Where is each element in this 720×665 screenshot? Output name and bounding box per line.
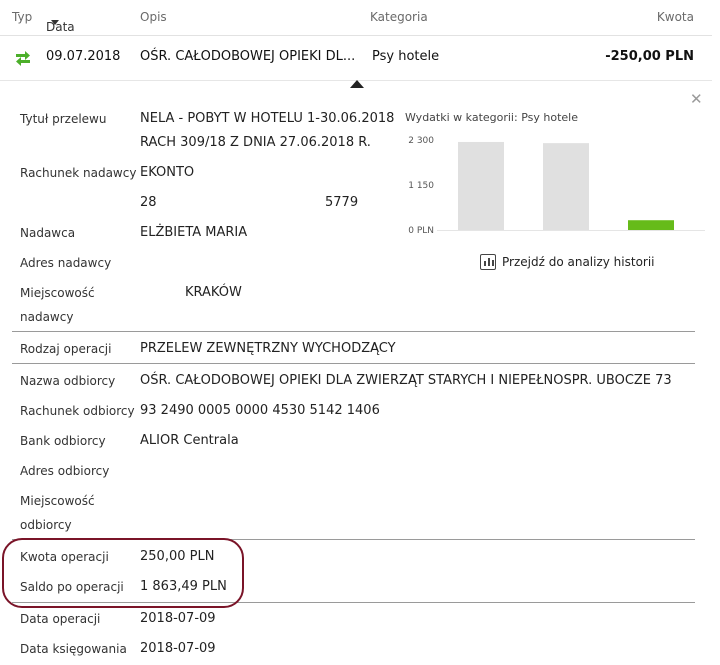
label-operation-date: Data operacji [20, 612, 101, 626]
value-sender-account-prefix: 28 [140, 195, 157, 210]
label-operation-type: Rodzaj operacji [20, 342, 112, 356]
label-sender-city-line2: nadawcy [20, 310, 74, 324]
bar-chart-icon [480, 254, 496, 270]
column-header-amount: Kwota [656, 10, 694, 24]
column-header-type: Typ [12, 10, 33, 24]
y-tick-label: 0 PLN [408, 226, 434, 236]
history-analysis-link[interactable]: Przejdź do analizy historii [480, 254, 655, 270]
label-recipient-city-line1: Miejscowość [20, 494, 95, 508]
transaction-row[interactable]: 09.07.2018 OŚR. CAŁODOBOWEJ OPIEKI DL...… [0, 37, 712, 81]
value-recipient-account: 93 2490 0005 0000 4530 5142 1406 [140, 403, 380, 418]
highlight-annotation [2, 538, 244, 608]
y-tick-label: 1 150 [408, 181, 434, 191]
value-booking-date: 2018-07-09 [140, 641, 216, 656]
chart-bar[interactable] [628, 220, 674, 230]
column-header-category: Kategoria [370, 10, 428, 24]
chart-bar[interactable] [458, 141, 504, 230]
value-transfer-title-line1: NELA - POBYT W HOTELU 1-30.06.2018 [140, 111, 395, 126]
value-transfer-title-line2: RACH 309/18 Z DNIA 27.06.2018 R. [140, 135, 371, 150]
label-transfer-title: Tytuł przelewu [20, 112, 107, 126]
value-sender-account-suffix: 5779 [325, 195, 359, 210]
value-recipient-bank: ALIOR Centrala [140, 433, 239, 448]
label-recipient-city-line2: odbiorcy [20, 518, 72, 532]
value-sender: ELŻBIETA MARIA [140, 225, 248, 240]
transaction-category[interactable]: Psy hotele [372, 49, 439, 64]
transaction-date: 09.07.2018 [46, 49, 121, 64]
chart-bar[interactable] [543, 143, 589, 230]
close-icon[interactable]: ✕ [690, 90, 703, 108]
sort-descending-icon [51, 20, 59, 25]
category-spending-chart: 2 300 1 150 0 PLN [408, 136, 705, 236]
label-sender-account: Rachunek nadawcy [20, 166, 137, 180]
divider [12, 363, 695, 364]
label-booking-date: Data księgowania [20, 642, 127, 656]
table-header: Typ Data Opis Kategoria Kwota [0, 0, 712, 36]
value-sender-account-name: EKONTO [140, 165, 195, 180]
label-sender-city-line1: Miejscowość [20, 286, 95, 300]
column-header-description: Opis [140, 10, 167, 24]
divider [12, 331, 695, 332]
label-sender-address: Adres nadawcy [20, 256, 112, 270]
transaction-amount: -250,00 PLN [605, 49, 694, 64]
value-sender-city: KRAKÓW [185, 285, 242, 300]
details-pointer-icon [350, 80, 364, 88]
label-recipient-account: Rachunek odbiorcy [20, 404, 135, 418]
value-operation-type: PRZELEW ZEWNĘTRZNY WYCHODZĄCY [140, 341, 396, 356]
chart-title: Wydatki w kategorii: Psy hotele [405, 111, 578, 124]
label-sender: Nadawca [20, 226, 76, 240]
history-analysis-label: Przejdź do analizy historii [502, 255, 655, 269]
label-recipient-bank: Bank odbiorcy [20, 434, 106, 448]
transaction-description: OŚR. CAŁODOBOWEJ OPIEKI DL... [140, 49, 356, 64]
value-recipient-name: OŚR. CAŁODOBOWEJ OPIEKI DLA ZWIERZĄT STA… [140, 373, 672, 388]
value-operation-date: 2018-07-09 [140, 611, 216, 626]
label-recipient-name: Nazwa odbiorcy [20, 374, 116, 388]
label-recipient-address: Adres odbiorcy [20, 464, 110, 478]
y-tick-label: 2 300 [408, 136, 434, 146]
transfer-arrows-icon [12, 47, 34, 69]
